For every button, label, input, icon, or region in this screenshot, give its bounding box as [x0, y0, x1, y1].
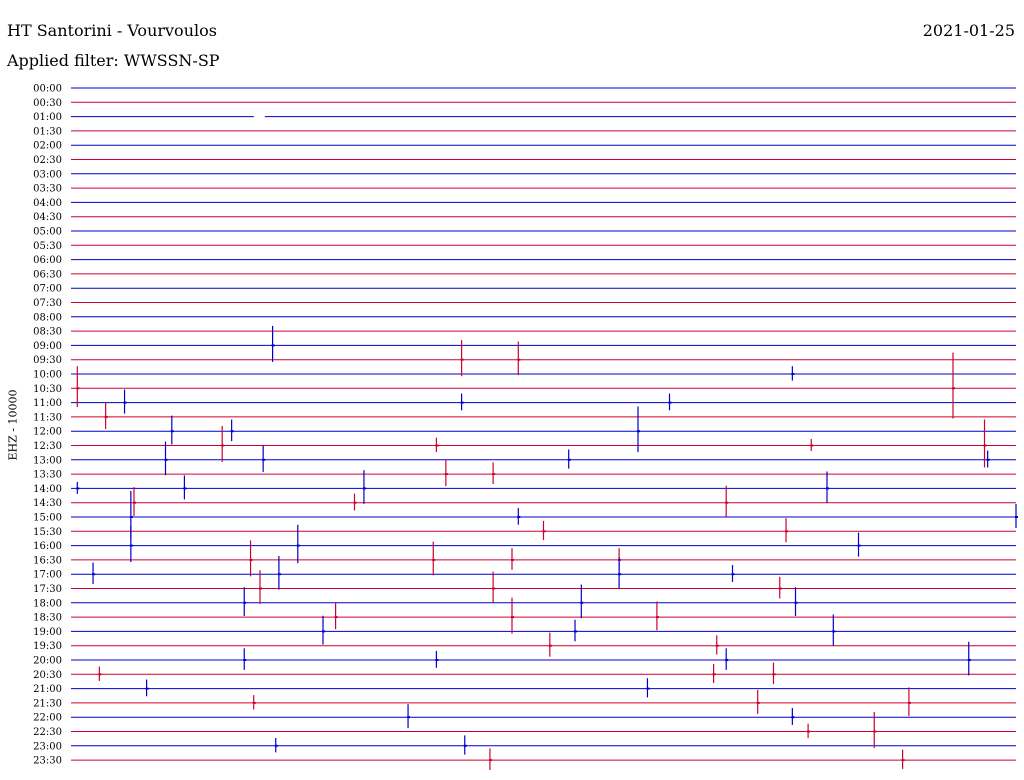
row-label: 11:00: [33, 398, 62, 409]
row-label: 06:00: [33, 255, 62, 266]
row-label: 18:30: [33, 613, 62, 624]
row-label: 00:00: [33, 84, 62, 95]
row-label: 02:00: [33, 141, 62, 152]
row-label: 07:00: [33, 284, 62, 295]
row-label: 20:30: [33, 670, 62, 681]
row-label: 23:00: [33, 741, 62, 752]
helicorder-plot: 00:00 00:30 01:00 01:30 02:00 02:30 03:00 03:30…: [33, 84, 1018, 770]
row-label: 21:30: [33, 698, 62, 709]
row-label: 03:30: [33, 184, 62, 195]
row-label: 15:30: [33, 527, 62, 538]
row-label: 22:00: [33, 713, 62, 724]
row-label: 10:00: [33, 370, 62, 381]
row-label: 10:30: [33, 384, 62, 395]
row-label: 01:00: [33, 112, 62, 123]
row-label: 14:30: [33, 498, 62, 509]
row-label: 09:00: [33, 341, 62, 352]
row-label: 12:00: [33, 427, 62, 438]
row-label: 03:00: [33, 169, 62, 180]
row-label: 16:00: [33, 541, 62, 552]
row-label: 16:30: [33, 555, 62, 566]
row-label: 21:00: [33, 684, 62, 695]
row-label: 04:00: [33, 198, 62, 209]
row-label: 01:30: [33, 126, 62, 137]
row-label: 07:30: [33, 298, 62, 309]
row-label: 08:00: [33, 312, 62, 323]
row-label: 14:00: [33, 484, 62, 495]
row-label: 19:00: [33, 627, 62, 638]
row-label: 19:30: [33, 641, 62, 652]
row-label: 15:00: [33, 513, 62, 524]
row-label: 00:30: [33, 98, 62, 109]
row-label: 22:30: [33, 727, 62, 738]
row-label: 09:30: [33, 355, 62, 366]
row-label: 20:00: [33, 656, 62, 667]
row-label: 23:30: [33, 756, 62, 767]
row-label: 05:00: [33, 227, 62, 238]
row-label: 08:30: [33, 327, 62, 338]
row-label: 04:30: [33, 212, 62, 223]
row-label: 13:30: [33, 470, 62, 481]
row-label: 05:30: [33, 241, 62, 252]
row-label: 11:30: [33, 412, 62, 423]
row-label: 12:30: [33, 441, 62, 452]
row-label: 17:00: [33, 570, 62, 581]
row-label: 13:00: [33, 455, 62, 466]
row-label: 17:30: [33, 584, 62, 595]
row-label: 02:30: [33, 155, 62, 166]
row-label: 18:00: [33, 598, 62, 609]
row-label: 06:30: [33, 269, 62, 280]
